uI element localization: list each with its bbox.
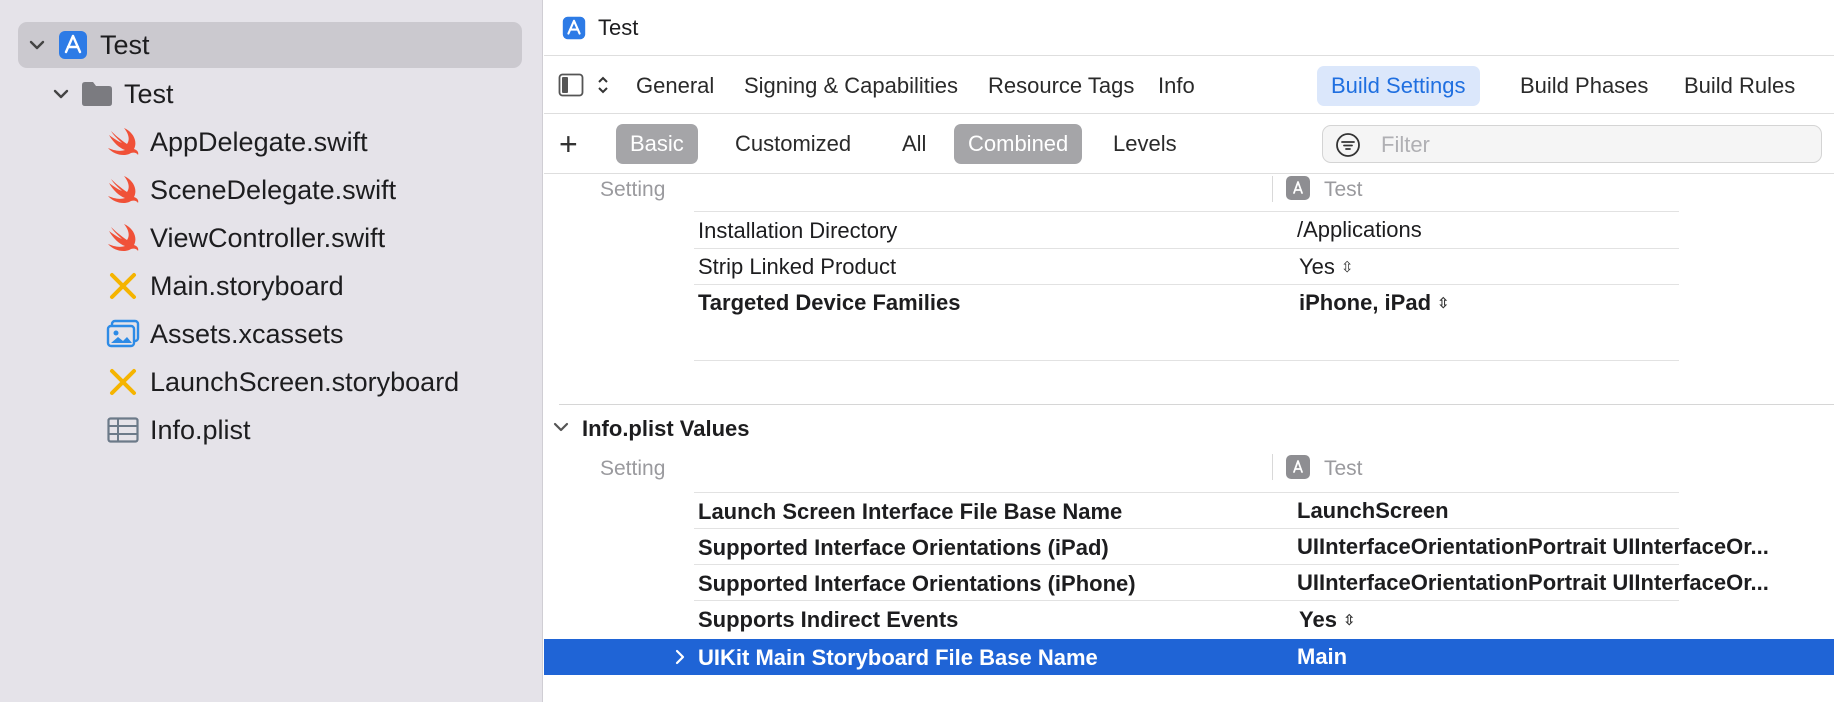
setting-value: /Applications — [1297, 217, 1422, 242]
scope-all-button[interactable]: All — [888, 124, 940, 164]
tab-build-settings[interactable]: Build Settings — [1317, 66, 1480, 106]
navigator-item-file[interactable]: AppDelegate.swift — [106, 119, 368, 165]
setting-name: Strip Linked Product — [698, 254, 897, 279]
column-header-target: Test — [1324, 178, 1363, 201]
column-header-setting: Setting — [600, 457, 666, 480]
xcode-project-icon — [56, 28, 90, 62]
tab-resource-tags[interactable]: Resource Tags — [974, 66, 1148, 106]
navigator-item-file[interactable]: Info.plist — [106, 407, 251, 453]
target-selector-icon[interactable] — [596, 76, 610, 99]
storyboard-icon — [106, 365, 140, 399]
setting-name: Launch Screen Interface File Base Name — [698, 499, 1123, 524]
setting-value: UIInterfaceOrientationPortrait UIInterfa… — [1297, 570, 1769, 595]
sidebar-toggle-icon[interactable] — [558, 73, 584, 102]
setting-value: UIInterfaceOrientationPortrait UIInterfa… — [1297, 534, 1769, 559]
chevron-down-icon[interactable] — [26, 34, 48, 56]
setting-name: Supported Interface Orientations (iPhone… — [698, 571, 1136, 596]
divider — [694, 360, 1679, 361]
section-title: Info.plist Values — [582, 416, 750, 441]
storyboard-icon — [106, 269, 140, 303]
navigator-item-group[interactable]: Test — [50, 71, 174, 117]
filter-input[interactable] — [1379, 130, 1813, 160]
navigator-item-file[interactable]: Main.storyboard — [106, 263, 344, 309]
divider — [694, 492, 1679, 493]
target-icon — [1286, 455, 1310, 479]
swift-icon — [106, 173, 140, 207]
file-name: LaunchScreen.storyboard — [150, 366, 460, 397]
divider — [694, 600, 1679, 601]
file-name: Assets.xcassets — [150, 318, 344, 349]
up-down-icon: ⇳ — [1437, 295, 1450, 312]
chevron-down-icon[interactable] — [50, 83, 72, 105]
setting-name: Supported Interface Orientations (iPad) — [698, 535, 1109, 560]
file-name: SceneDelegate.swift — [150, 174, 397, 205]
build-settings-filter-bar: + Basic Customized All Combined Levels — [544, 114, 1834, 174]
project-name: Test — [100, 29, 150, 60]
project-navigator: Test Test AppDelegate.swift SceneDelegat… — [0, 0, 543, 702]
target-icon — [1286, 176, 1310, 200]
swift-icon — [106, 221, 140, 255]
setting-row-selected[interactable]: UIKit Main Storyboard File Base Name Mai… — [544, 639, 1834, 675]
file-name: Info.plist — [150, 414, 251, 445]
filter-icon — [1335, 132, 1361, 163]
up-down-icon: ⇳ — [1342, 612, 1356, 629]
column-header-setting: Setting — [600, 178, 666, 201]
chevron-right-icon[interactable] — [672, 648, 688, 671]
setting-value: Yes — [1299, 254, 1335, 279]
navigator-item-file[interactable]: SceneDelegate.swift — [106, 167, 396, 213]
editor-title: Test — [598, 14, 639, 40]
chevron-down-icon[interactable] — [552, 418, 570, 441]
tab-build-phases[interactable]: Build Phases — [1506, 66, 1662, 106]
setting-name: Supports Indirect Events — [698, 607, 959, 632]
divider — [694, 284, 1679, 285]
filter-field[interactable] — [1322, 125, 1822, 163]
add-setting-button[interactable]: + — [559, 124, 578, 164]
tab-info[interactable]: Info — [1144, 66, 1209, 106]
navigator-item-file[interactable]: Assets.xcassets — [106, 311, 344, 357]
navigator-item-project[interactable]: Test — [18, 22, 522, 68]
navigator-item-file[interactable]: LaunchScreen.storyboard — [106, 359, 459, 405]
divider — [694, 564, 1679, 565]
view-combined-button[interactable]: Combined — [954, 124, 1083, 164]
tab-signing-capabilities[interactable]: Signing & Capabilities — [730, 66, 972, 106]
swift-icon — [106, 125, 140, 159]
tab-build-rules[interactable]: Build Rules — [1670, 66, 1809, 106]
column-divider — [1272, 454, 1273, 480]
editor-title-bar: Test — [544, 0, 1834, 56]
divider — [694, 211, 1679, 212]
asset-catalog-icon — [106, 317, 140, 351]
setting-name: UIKit Main Storyboard File Base Name — [698, 645, 1098, 670]
divider — [694, 248, 1679, 249]
file-name: Main.storyboard — [150, 270, 344, 301]
column-divider — [1272, 176, 1273, 202]
tab-general[interactable]: General — [622, 66, 728, 106]
scope-customized-button[interactable]: Customized — [721, 124, 865, 164]
xcode-project-icon — [562, 16, 586, 40]
editor-area: Test General Signing & Capabilities Reso… — [544, 0, 1834, 702]
setting-name: Targeted Device Families — [698, 290, 961, 315]
divider — [694, 528, 1679, 529]
plist-icon — [106, 413, 140, 447]
group-name: Test — [124, 78, 174, 109]
setting-value-popup[interactable]: iPhone, iPad ⇳ — [1299, 290, 1450, 316]
file-name: ViewController.swift — [150, 222, 386, 253]
setting-value: iPhone, iPad — [1299, 290, 1432, 315]
target-editor-tabs: General Signing & Capabilities Resource … — [544, 56, 1834, 114]
build-settings-table: Setting Test Installation Directory /App… — [544, 174, 1834, 702]
setting-value: LaunchScreen — [1297, 498, 1449, 523]
setting-value: Main — [1297, 644, 1348, 669]
setting-value-popup[interactable]: Yes ⇳ — [1299, 254, 1353, 280]
file-name: AppDelegate.swift — [150, 126, 368, 157]
scope-basic-button[interactable]: Basic — [616, 124, 698, 164]
column-header-target: Test — [1324, 457, 1363, 480]
navigator-item-file[interactable]: ViewController.swift — [106, 215, 385, 261]
folder-icon — [80, 77, 114, 111]
setting-value: Yes — [1299, 607, 1337, 632]
up-down-icon: ⇳ — [1340, 259, 1354, 276]
setting-value-popup[interactable]: Yes ⇳ — [1299, 607, 1356, 633]
setting-name: Installation Directory — [698, 218, 898, 243]
section-divider — [559, 404, 1834, 405]
view-levels-button[interactable]: Levels — [1099, 124, 1191, 164]
